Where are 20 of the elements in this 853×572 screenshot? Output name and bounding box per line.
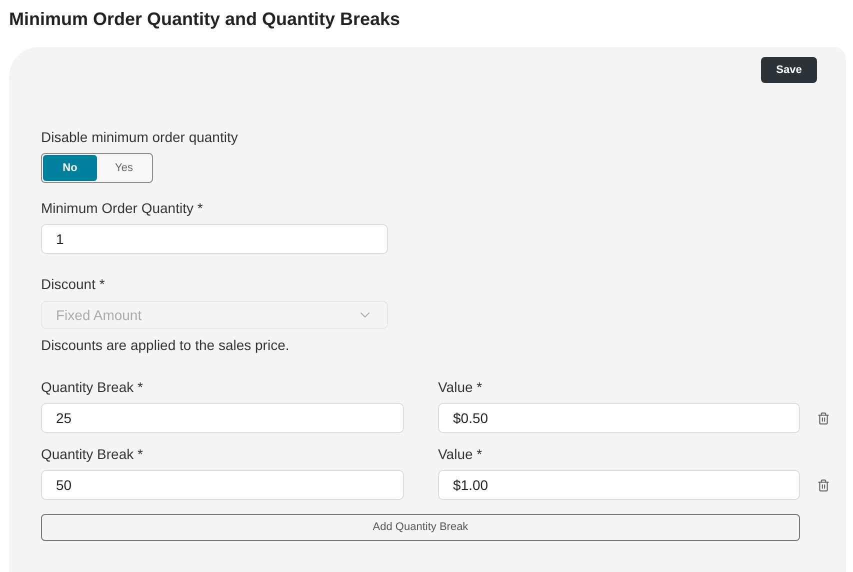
field-label: Quantity Break *: [41, 445, 144, 464]
field-label: Discount *: [41, 275, 106, 294]
input-field[interactable]: 1: [41, 224, 388, 254]
field-label: Disable minimum order quantity: [41, 128, 239, 147]
field-label: Value *: [438, 445, 484, 464]
toggle-option[interactable]: No: [43, 155, 97, 181]
help-text: Discounts are applied to the sales price.: [41, 336, 290, 355]
toggle-option[interactable]: Yes: [97, 155, 151, 181]
add-quantity-break-button[interactable]: Add Quantity Break: [41, 514, 800, 541]
page-title: Minimum Order Quantity and Quantity Breaks: [9, 8, 402, 31]
save-button[interactable]: Save: [761, 57, 817, 83]
delete-icon[interactable]: [817, 479, 830, 492]
input-field[interactable]: 50: [41, 470, 404, 500]
field-label: Minimum Order Quantity *: [41, 199, 204, 218]
field-label: Quantity Break *: [41, 378, 144, 397]
input-field[interactable]: $0.50: [438, 403, 800, 433]
input-field[interactable]: 25: [41, 403, 404, 433]
field-label: Value *: [438, 378, 484, 397]
input-field[interactable]: $1.00: [438, 470, 800, 500]
delete-icon[interactable]: [817, 412, 830, 425]
